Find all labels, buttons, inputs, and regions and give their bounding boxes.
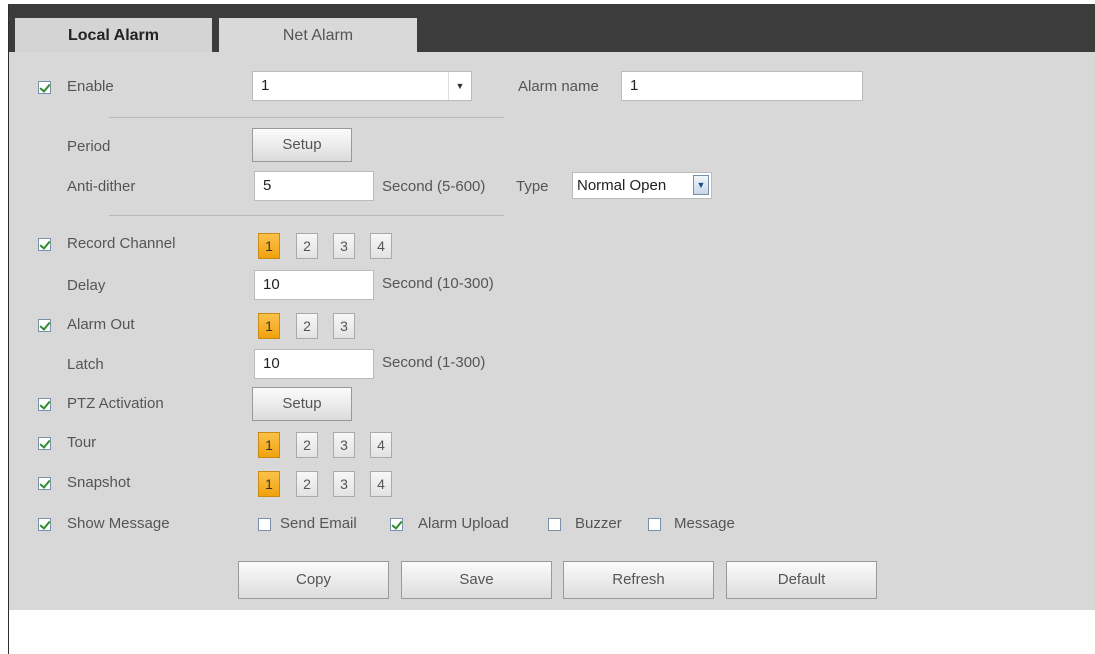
send-email-checkbox[interactable] bbox=[258, 518, 271, 531]
record-channel-label: Record Channel bbox=[67, 235, 176, 252]
enable-label: Enable bbox=[67, 78, 114, 95]
snapshot-4[interactable]: 4 bbox=[370, 471, 392, 497]
anti-dither-label: Anti-dither bbox=[67, 178, 136, 195]
buzzer-checkbox[interactable] bbox=[548, 518, 561, 531]
alarm-out-3[interactable]: 3 bbox=[333, 313, 355, 339]
alarm-out-1[interactable]: 1 bbox=[258, 313, 280, 339]
snapshot-3[interactable]: 3 bbox=[333, 471, 355, 497]
record-channel-checkbox[interactable] bbox=[38, 238, 51, 251]
tour-label: Tour bbox=[67, 434, 97, 451]
tour-2[interactable]: 2 bbox=[296, 432, 318, 458]
record-channel-3[interactable]: 3 bbox=[333, 233, 355, 259]
alarm-name-label: Alarm name bbox=[518, 78, 599, 95]
anti-dither-input[interactable]: 5 bbox=[254, 171, 374, 201]
tab-local-alarm[interactable]: Local Alarm bbox=[15, 18, 212, 55]
alarm-upload-label: Alarm Upload bbox=[418, 515, 509, 532]
type-value: Normal Open bbox=[577, 177, 667, 194]
snapshot-1[interactable]: 1 bbox=[258, 471, 280, 497]
divider bbox=[109, 215, 504, 216]
alarm-name-input[interactable]: 1 bbox=[621, 71, 863, 101]
tab-net-alarm[interactable]: Net Alarm bbox=[219, 18, 417, 52]
ptz-activation-checkbox[interactable] bbox=[38, 398, 51, 411]
delay-label: Delay bbox=[67, 277, 106, 294]
type-select[interactable]: Normal Open ▼ bbox=[572, 172, 712, 199]
divider bbox=[109, 117, 504, 118]
alarm-out-2[interactable]: 2 bbox=[296, 313, 318, 339]
alarm-input-select[interactable]: 1 ▼ bbox=[252, 71, 472, 101]
alarm-settings-window: Local Alarm Net Alarm Enable 1 ▼ Alarm n… bbox=[8, 4, 1095, 654]
message-checkbox[interactable] bbox=[648, 518, 661, 531]
show-message-label: Show Message bbox=[67, 515, 170, 532]
show-message-checkbox[interactable] bbox=[38, 518, 51, 531]
delay-input[interactable]: 10 bbox=[254, 270, 374, 300]
latch-unit: Second (1-300) bbox=[382, 354, 486, 371]
alarm-out-checkbox[interactable] bbox=[38, 319, 51, 332]
alarm-upload-checkbox[interactable] bbox=[390, 518, 403, 531]
period-label: Period bbox=[67, 138, 111, 155]
period-setup-button[interactable]: Setup bbox=[252, 128, 352, 162]
ptz-setup-button[interactable]: Setup bbox=[252, 387, 352, 421]
record-channel-1[interactable]: 1 bbox=[258, 233, 280, 259]
refresh-button[interactable]: Refresh bbox=[563, 561, 714, 599]
alarm-out-label: Alarm Out bbox=[67, 316, 135, 333]
buzzer-label: Buzzer bbox=[575, 515, 622, 532]
message-label: Message bbox=[674, 515, 735, 532]
ptz-activation-label: PTZ Activation bbox=[67, 395, 164, 412]
snapshot-2[interactable]: 2 bbox=[296, 471, 318, 497]
record-channel-2[interactable]: 2 bbox=[296, 233, 318, 259]
type-label: Type bbox=[516, 178, 549, 195]
snapshot-checkbox[interactable] bbox=[38, 477, 51, 490]
tour-4[interactable]: 4 bbox=[370, 432, 392, 458]
alarm-input-value: 1 bbox=[261, 77, 270, 94]
enable-checkbox[interactable] bbox=[38, 81, 51, 94]
save-button[interactable]: Save bbox=[401, 561, 552, 599]
chevron-down-icon[interactable]: ▼ bbox=[448, 72, 471, 100]
default-button[interactable]: Default bbox=[726, 561, 877, 599]
tour-3[interactable]: 3 bbox=[333, 432, 355, 458]
tour-checkbox[interactable] bbox=[38, 437, 51, 450]
chevron-down-icon[interactable]: ▼ bbox=[693, 175, 709, 195]
snapshot-label: Snapshot bbox=[67, 474, 131, 491]
latch-input[interactable]: 10 bbox=[254, 349, 374, 379]
latch-label: Latch bbox=[67, 356, 104, 373]
anti-dither-unit: Second (5-600) bbox=[382, 178, 486, 195]
tour-1[interactable]: 1 bbox=[258, 432, 280, 458]
delay-unit: Second (10-300) bbox=[382, 275, 494, 292]
settings-panel: Enable 1 ▼ Alarm name 1 Period Setup Ant… bbox=[9, 52, 1095, 610]
send-email-label: Send Email bbox=[280, 515, 357, 532]
record-channel-4[interactable]: 4 bbox=[370, 233, 392, 259]
copy-button[interactable]: Copy bbox=[238, 561, 389, 599]
